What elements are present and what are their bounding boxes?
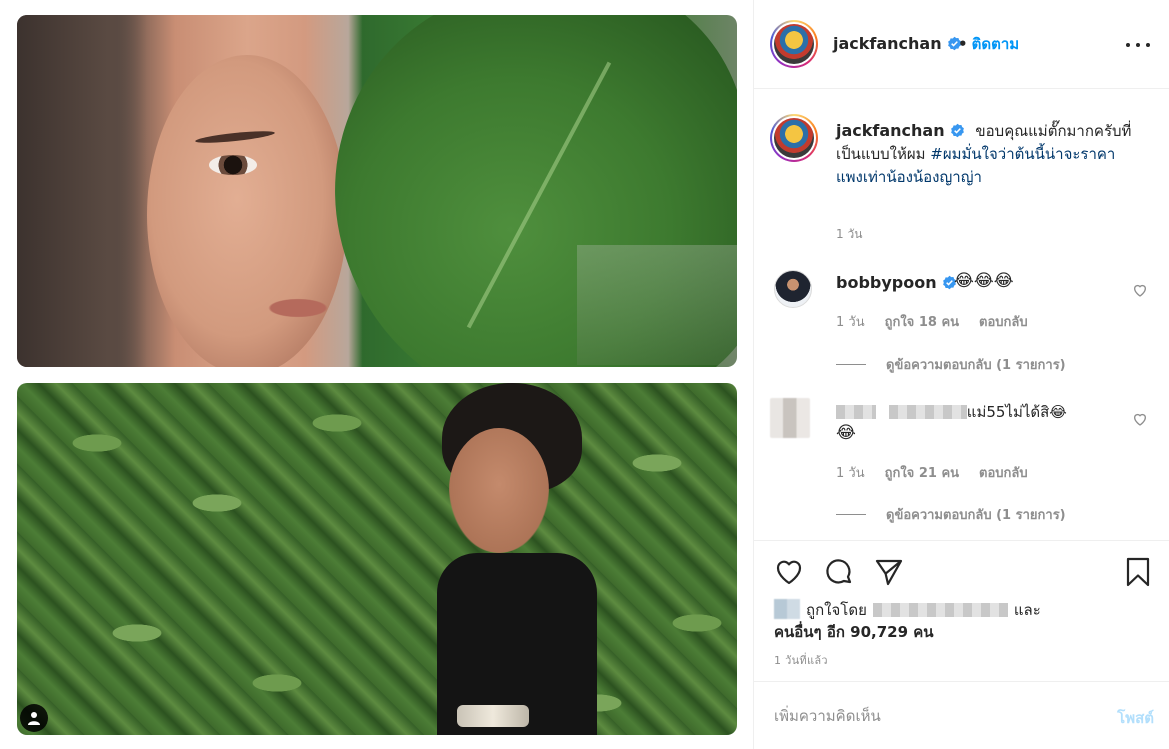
commenter-avatar[interactable] bbox=[774, 270, 812, 308]
hair-shadow bbox=[17, 15, 147, 367]
post-comment-button[interactable]: โพสต์ bbox=[1117, 706, 1154, 730]
heart-icon[interactable] bbox=[773, 556, 805, 588]
author-username[interactable]: jackfanchan bbox=[833, 34, 962, 53]
replies-divider bbox=[836, 364, 866, 365]
reply-button[interactable]: ตอบกลับ bbox=[979, 311, 1028, 332]
comments-section: jackfanchan ขอบคุณแม่ตั๊กมากครับที่เป็นแ… bbox=[754, 89, 1169, 539]
background-window bbox=[577, 245, 737, 365]
comment-input[interactable] bbox=[774, 704, 1074, 728]
comment-time: 1 วัน bbox=[836, 315, 865, 330]
reply-button[interactable]: ตอบกลับ bbox=[979, 462, 1028, 483]
separator-dot: • bbox=[958, 35, 968, 53]
instagram-post: jackfanchan • ติดตาม jackfanchan ขอบคุณแม… bbox=[0, 0, 1169, 749]
blurred-username[interactable] bbox=[836, 405, 876, 419]
commenter-username[interactable]: bobbypoon bbox=[836, 273, 957, 292]
comment-meta: 1 วัน ถูกใจ 21 คน ตอบกลับ bbox=[836, 462, 1028, 483]
eye bbox=[209, 155, 257, 175]
blurred-mention bbox=[888, 405, 967, 419]
comment-like-count[interactable]: ถูกใจ 21 คน bbox=[885, 462, 959, 483]
more-options-icon[interactable] bbox=[1126, 36, 1150, 54]
leaves-overlay bbox=[17, 383, 737, 735]
comment-time: 1 วัน bbox=[836, 466, 865, 481]
verified-badge-icon bbox=[950, 123, 964, 138]
blurred-liker-name[interactable] bbox=[872, 603, 1008, 617]
add-comment-bar: โพสต์ bbox=[754, 681, 1169, 749]
smiling-face bbox=[449, 428, 549, 553]
follow-button[interactable]: • ติดตาม bbox=[958, 32, 1019, 56]
commenter-avatar[interactable] bbox=[770, 398, 810, 438]
caption-username[interactable]: jackfanchan bbox=[836, 121, 965, 140]
photo-woman-in-foliage bbox=[17, 383, 737, 735]
follow-label: ติดตาม bbox=[971, 35, 1020, 53]
user-tag-button[interactable] bbox=[20, 704, 48, 732]
view-replies-label: ดูข้อความตอบกลับ (1 รายการ) bbox=[886, 358, 1066, 373]
belt-buckle bbox=[457, 705, 529, 727]
share-icon[interactable] bbox=[873, 556, 905, 588]
view-replies-button[interactable]: ดูข้อความตอบกลับ (1 รายการ) bbox=[836, 354, 1066, 375]
comment-text: 😂😂😂 bbox=[954, 271, 1014, 291]
comment-meta: 1 วัน ถูกใจ 18 คน ตอบกลับ bbox=[836, 311, 1028, 332]
post-date[interactable]: 1 วันที่แล้ว bbox=[774, 651, 828, 669]
lips bbox=[263, 297, 333, 319]
liker-avatar[interactable] bbox=[774, 599, 800, 619]
caption-text: jackfanchan ขอบคุณแม่ตั๊กมากครับที่เป็นแ… bbox=[836, 119, 1136, 189]
liked-by-label: ถูกใจโดย bbox=[806, 601, 867, 619]
view-replies-button[interactable]: ดูข้อความตอบกลับ (1 รายการ) bbox=[836, 504, 1066, 525]
author-avatar[interactable] bbox=[770, 20, 818, 68]
post-actions: ถูกใจโดย และ คนอื่นๆ อีก 90,729 คน 1 วันท… bbox=[754, 540, 1169, 681]
post-side-panel: jackfanchan • ติดตาม jackfanchan ขอบคุณแม… bbox=[753, 0, 1169, 749]
comment-text: แม่55ไม่ได้สิ😂 bbox=[836, 400, 1067, 424]
comment-like-heart-icon[interactable] bbox=[1132, 411, 1148, 427]
likes-and-label: และ bbox=[1013, 601, 1041, 619]
comment-icon[interactable] bbox=[823, 556, 855, 588]
post-media bbox=[0, 0, 753, 749]
photo-woman-with-leaf bbox=[17, 15, 737, 367]
comment-like-heart-icon[interactable] bbox=[1132, 282, 1148, 298]
comment-text-line2: 😂 bbox=[836, 423, 856, 443]
replies-divider bbox=[836, 514, 866, 515]
user-tag-icon bbox=[28, 712, 40, 725]
face bbox=[147, 55, 347, 367]
post-header: jackfanchan • ติดตาม bbox=[754, 0, 1169, 89]
likes-summary: ถูกใจโดย และ คนอื่นๆ อีก 90,729 คน bbox=[774, 599, 1154, 643]
caption-author-avatar[interactable] bbox=[770, 114, 818, 162]
caption-time: 1 วัน bbox=[836, 227, 863, 241]
bookmark-icon[interactable] bbox=[1122, 556, 1154, 588]
view-replies-label: ดูข้อความตอบกลับ (1 รายการ) bbox=[886, 508, 1066, 523]
comment-like-count[interactable]: ถูกใจ 18 คน bbox=[885, 311, 959, 332]
likes-count[interactable]: คนอื่นๆ อีก 90,729 คน bbox=[774, 623, 934, 641]
